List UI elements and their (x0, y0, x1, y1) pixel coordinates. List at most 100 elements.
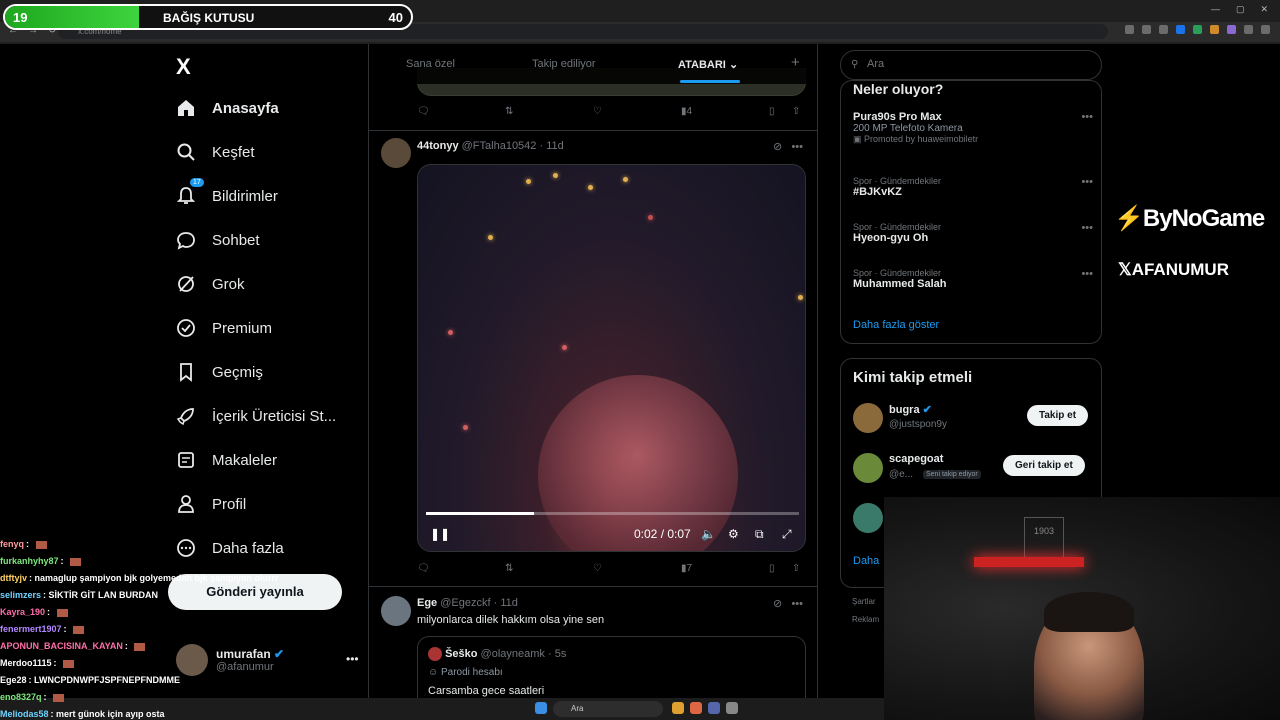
more-icon[interactable]: ••• (791, 598, 803, 610)
sidebar-item-notifications[interactable]: 17 Bildirimler (176, 178, 278, 206)
search-input[interactable]: ⚲ Ara (840, 50, 1102, 80)
retweet-icon[interactable]: ⇅ (505, 106, 513, 117)
follow-back-button[interactable]: Geri takip et (1003, 455, 1085, 476)
more-icon[interactable]: ••• (791, 141, 803, 153)
start-icon[interactable] (535, 702, 547, 714)
author-handle[interactable]: @Egezckf (440, 597, 490, 609)
bookmark-icon[interactable]: ▯ (769, 563, 775, 574)
profile-icon[interactable] (1244, 25, 1253, 34)
sidebar-item-home[interactable]: Anasayfa (176, 98, 279, 118)
sidebar-item-premium[interactable]: Premium (176, 318, 272, 338)
legal-link[interactable]: Reklam (852, 615, 879, 624)
video-player[interactable]: ❚❚ 0:02 / 0:07 🔈 ⚙ ⧉ ⤢ (417, 164, 806, 552)
bynogame-logo: ⚡ByNoGame (1114, 204, 1265, 233)
folder-icon[interactable] (672, 702, 684, 714)
author-handle[interactable]: @FTalha10542 (462, 140, 537, 152)
sidebar-item-articles[interactable]: Makaleler (176, 450, 277, 470)
menu-icon[interactable] (1261, 25, 1270, 34)
more-icon[interactable]: ••• (1081, 268, 1093, 280)
follow-button[interactable]: Takip et (1027, 405, 1089, 426)
chat-message: Meliodas58: mert günok için ayıp osta (0, 706, 200, 720)
donation-level-right: 40 (388, 10, 403, 25)
taskbar-search[interactable]: Ara (553, 701, 663, 717)
grok-icon[interactable]: ⊘ (773, 598, 782, 610)
chrome-icon[interactable] (690, 702, 702, 714)
rocket-icon (176, 408, 194, 426)
sidebar-item-bookmarks[interactable]: Geçmiş (176, 362, 263, 382)
discord-icon[interactable] (708, 702, 720, 714)
trend-item[interactable]: Pura90s Pro Max 200 MP Telefoto Kamera ▣… (853, 111, 1093, 145)
tweet-time[interactable]: 11d (500, 597, 518, 609)
show-more-link[interactable]: Daha fazla göster (853, 319, 939, 331)
views-stat[interactable]: ▮ 4 (681, 106, 692, 117)
cast-icon[interactable] (1142, 25, 1151, 34)
sidebar-item-explore[interactable]: Keşfet (176, 142, 255, 162)
like-icon[interactable]: ♡ (593, 563, 602, 574)
video-subject (538, 375, 738, 551)
trend-item[interactable]: Spor · Gündemdekiler Muhammed Salah ••• (853, 268, 1093, 290)
chat-username: furkanhyhy87 (0, 556, 59, 566)
legal-link[interactable]: Şartlar (852, 597, 876, 606)
tab-atabari[interactable]: ATABARI ⌄ (678, 58, 738, 71)
close-icon[interactable]: ✕ (1260, 4, 1268, 15)
bynogame-mark-icon: ⚡ (1114, 205, 1144, 232)
avatar[interactable] (381, 138, 411, 168)
tab-following[interactable]: Takip ediliyor (532, 58, 596, 70)
trend-item[interactable]: Spor · Gündemdekiler Hyeon-gyu Oh ••• (853, 222, 1093, 244)
more-icon[interactable]: ••• (1081, 176, 1093, 188)
reply-icon[interactable]: 🗨 (417, 106, 430, 117)
chat-separator: : (63, 624, 70, 634)
chat-text: namaglup şampiyon bjk golyemeden bjk şam… (34, 573, 279, 583)
settings-icon[interactable]: ⚙ (728, 527, 739, 541)
app-icon[interactable] (726, 702, 738, 714)
pause-icon[interactable]: ❚❚ (430, 527, 450, 541)
x-logo[interactable]: X (176, 54, 191, 80)
account-more-icon[interactable]: ••• (346, 652, 359, 666)
star-icon[interactable] (1159, 25, 1168, 34)
chat-separator: : (26, 539, 32, 549)
parody-icon: ☺ (428, 667, 439, 678)
reply-icon[interactable]: 🗨 (417, 563, 430, 574)
emote-icon (53, 693, 65, 702)
sidebar-item-label: Makaleler (212, 451, 278, 469)
author-name[interactable]: 44tonyy (417, 140, 459, 152)
chat-separator: : (43, 692, 50, 702)
share-icon[interactable]: ⇧ (792, 106, 800, 117)
fullscreen-icon[interactable]: ⤢ (782, 527, 792, 542)
avatar[interactable] (381, 596, 411, 626)
add-tab-icon[interactable]: + (791, 54, 800, 71)
sidebar-item-label: İçerik Üreticisi St... (212, 407, 337, 425)
like-icon[interactable]: ♡ (593, 106, 602, 117)
tweet-time[interactable]: 11d (546, 140, 564, 152)
sidebar-item-creator-studio[interactable]: İçerik Üreticisi St... (176, 406, 336, 426)
extension-icon[interactable] (1210, 25, 1219, 34)
extension-icon[interactable] (1227, 25, 1236, 34)
tab-for-you[interactable]: Sana özel (406, 58, 455, 70)
show-more-link[interactable]: Daha (853, 555, 879, 567)
video-progress[interactable] (426, 512, 799, 515)
views-stat[interactable]: ▮ 7 (681, 563, 692, 574)
grok-icon[interactable]: ⊘ (773, 141, 782, 153)
minimize-icon[interactable]: — (1211, 4, 1220, 15)
sidebar-item-label: Profil (212, 495, 247, 513)
more-icon[interactable]: ••• (1081, 222, 1093, 234)
trend-item[interactable]: Spor · Gündemdekiler #BJKvKZ ••• (853, 176, 1093, 198)
volume-icon[interactable]: 🔈 (701, 527, 716, 541)
light-dot (553, 173, 558, 178)
retweet-icon[interactable]: ⇅ (505, 563, 513, 574)
maximize-icon[interactable]: ▢ (1236, 4, 1245, 15)
sidebar-item-chat[interactable]: Sohbet (176, 230, 260, 250)
extension-icon[interactable] (1193, 25, 1202, 34)
zoom-icon[interactable] (1125, 25, 1134, 34)
author-name[interactable]: Ege (417, 597, 437, 609)
chat-text: mert günok için ayıp osta (56, 709, 165, 719)
pip-icon[interactable]: ⧉ (755, 527, 764, 542)
share-icon[interactable]: ⇧ (792, 563, 800, 574)
sidebar-item-profile[interactable]: Profil (176, 494, 246, 514)
sidebar-item-grok[interactable]: Grok (176, 274, 245, 294)
window-controls: — ▢ ✕ (1211, 4, 1268, 15)
extension-icon[interactable] (1176, 25, 1185, 34)
bookmark-icon[interactable]: ▯ (769, 106, 775, 117)
light-dot (798, 295, 803, 300)
more-icon[interactable]: ••• (1081, 111, 1093, 123)
